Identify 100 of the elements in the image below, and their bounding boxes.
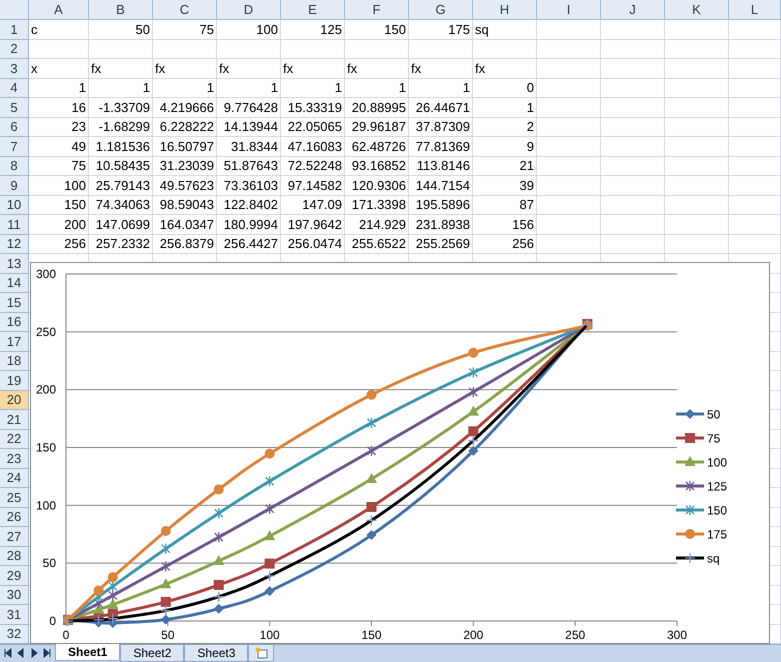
axis-label: 200 [463,628,484,642]
table-cell: 144.7154 [409,176,473,196]
table-cell: 21 [473,156,537,176]
axis-label: 50 [161,628,175,642]
table-cell: 73.36103 [217,176,281,196]
table-cell: 26.44671 [409,98,473,118]
table-cell: 47.16083 [281,137,345,156]
table-cell: -1.33709 [89,98,153,118]
table-cell: 180.9994 [217,215,281,234]
table-cell: 1 [29,78,89,98]
table-cell: fx [217,59,281,78]
axis-label: 250 [565,628,586,642]
table-cell: 4.219666 [153,98,217,118]
table-cell: 10.58435 [89,156,153,176]
legend-label: 125 [707,480,728,494]
axis-label: 150 [361,628,382,642]
table-cell: 37.87309 [409,118,473,137]
table-cell: fx [281,59,345,78]
table-cell: 150 [345,20,409,40]
table-cell: 25.79143 [89,176,153,196]
table-cell: 74.34063 [89,196,153,215]
table-cell: c [29,20,89,40]
table-cell: 1 [89,78,153,98]
axis-label: 250 [36,324,56,339]
axis-label: 300 [666,628,688,642]
table-cell: 29.96187 [345,118,409,137]
table-cell: 22.05065 [281,118,345,137]
table-cell: 75 [29,156,89,176]
table-cell: 1 [153,78,217,98]
table-cell: 75 [153,20,217,40]
table-cell: fx [153,59,217,78]
table-cell: 125 [281,20,345,40]
table-cell: 97.14582 [281,176,345,196]
table-cell: 100 [217,20,281,40]
table-cell: 16 [29,98,89,118]
table-cell: 1 [281,78,345,98]
table-cell: 231.8938 [409,215,473,234]
table-cell: 257.2332 [89,234,153,254]
table-cell: 147.0699 [89,215,153,234]
table-cell: 20.88995 [345,98,409,118]
table-cell: 256 [29,234,89,254]
table-cell: 255.2569 [409,234,473,254]
table-cell: 23 [29,118,89,137]
table-cell: 77.81369 [409,137,473,156]
table-cell: fx [345,59,409,78]
table-cell: 16.50797 [153,137,217,156]
table-cell: 49.57623 [153,176,217,196]
table-cell: 150 [29,196,89,215]
table-cell: 100 [29,176,89,196]
table-cell: 87 [473,196,537,215]
table-cell: 164.0347 [153,215,217,234]
table-cell: 51.87643 [217,156,281,176]
table-cell: 9.776428 [217,98,281,118]
table-cell: 156 [473,215,537,234]
table-cell: 214.929 [345,215,409,234]
legend-label: 50 [707,408,720,422]
table-cell: 1 [345,78,409,98]
table-cell: 256.0474 [281,234,345,254]
table-cell: fx [409,59,473,78]
table-cell: 122.8402 [217,196,281,215]
table-cell: 147.09 [281,196,345,215]
table-cell: 6.228222 [153,118,217,137]
table-cell: 255.6522 [345,234,409,254]
table-cell: fx [89,59,153,78]
axis-label: 100 [260,628,280,642]
table-cell: 9 [473,137,537,156]
table-cell: 14.13944 [217,118,281,137]
table-cell: sq [473,20,537,40]
table-cell: 171.3398 [345,196,409,215]
table-cell: 1 [473,98,537,118]
legend-label: 150 [707,504,728,518]
table-cell: -1.68299 [89,118,153,137]
table-cell: 72.52248 [281,156,345,176]
table-cell: fx [473,59,537,78]
table-cell: x [29,59,89,78]
axis-label: 100 [36,498,56,512]
table-cell: 49 [29,137,89,156]
axis-label: 0 [62,628,70,642]
table-cell: 195.5896 [409,196,473,215]
table-cell: 256 [473,234,537,254]
table-cell: 31.23039 [153,156,217,176]
table-cell: 98.59043 [153,196,217,215]
table-cell: 39 [473,176,537,196]
legend-label: 175 [707,528,728,542]
table-cell: 50 [89,20,153,40]
legend-label: 75 [707,432,720,446]
table-cell: 200 [29,215,89,234]
axis-label: 0 [49,614,56,628]
table-cell: 175 [409,20,473,40]
table-cell: 197.9642 [281,215,345,234]
axis-label: 150 [36,440,56,454]
table-cell: 256.4427 [217,234,281,254]
axis-label: 50 [42,556,56,570]
table-cell: 62.48726 [345,137,409,156]
axis-label: 200 [36,382,56,397]
table-cell: 31.8344 [217,137,281,156]
table-cell: 1.181536 [89,137,153,156]
table-cell: 2 [473,118,537,137]
table-cell: 1 [217,78,281,98]
table-cell: 113.8146 [409,156,473,176]
